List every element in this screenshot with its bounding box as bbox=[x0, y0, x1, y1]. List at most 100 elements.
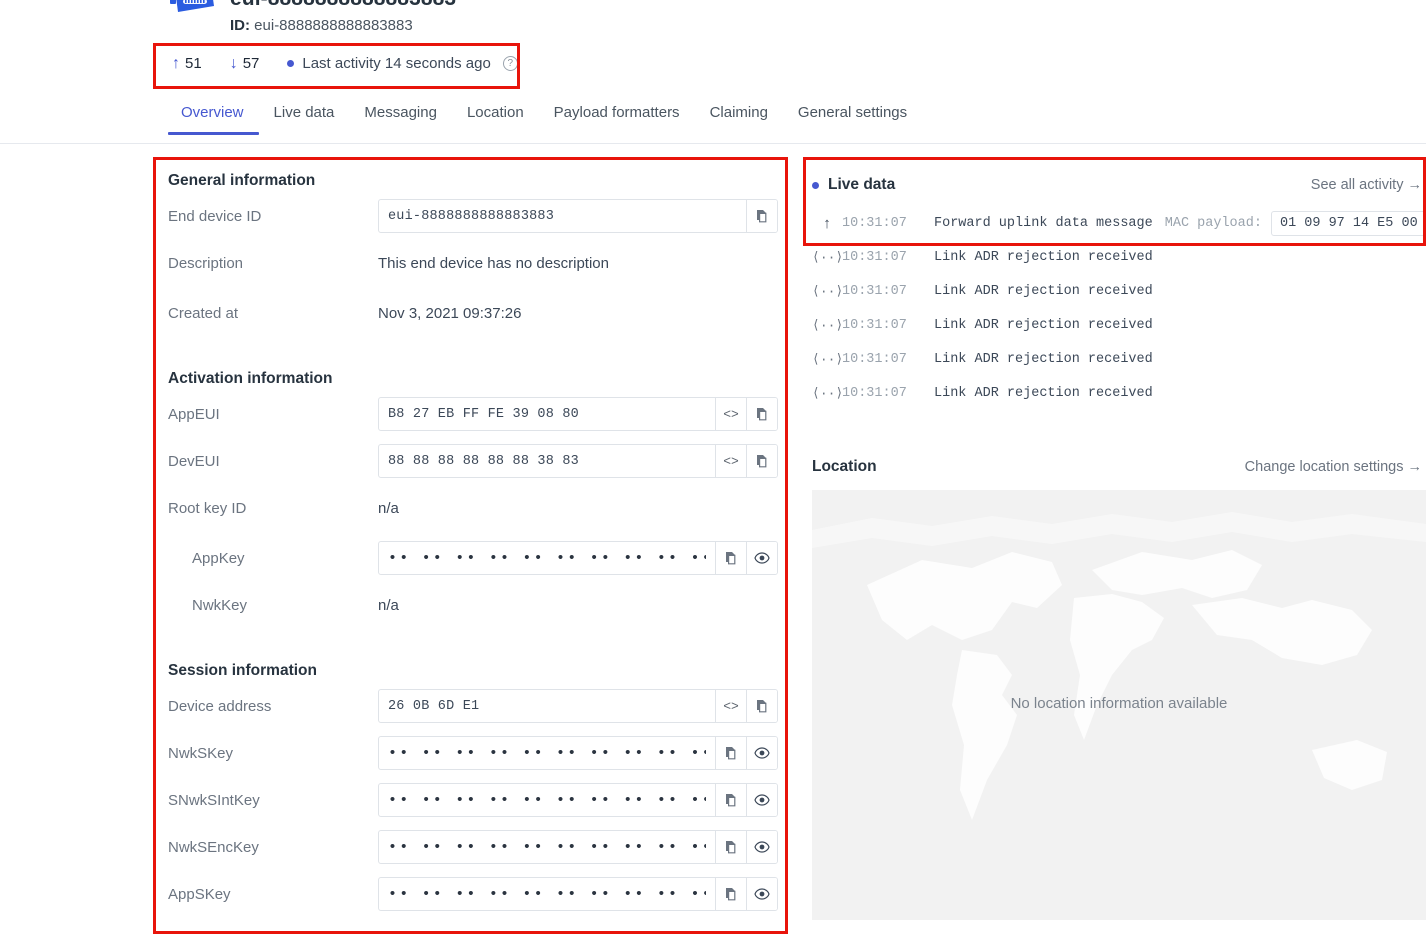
live-data-row[interactable]: ⟨··⟩ 10:31:07 Link ADR rejection receive… bbox=[812, 308, 1426, 342]
tab-location[interactable]: Location bbox=[452, 104, 539, 135]
field-end-device-id: End device ID eui-8888888888883883 bbox=[168, 199, 778, 233]
copy-icon[interactable] bbox=[715, 831, 746, 863]
appkey-input[interactable]: •• •• •• •• •• •• •• •• •• •• •• •• •• •… bbox=[378, 541, 778, 575]
help-circle-icon[interactable]: ? bbox=[502, 56, 518, 71]
downlink-arrow-icon: ↓ bbox=[229, 54, 238, 72]
field-value-masked: •• •• •• •• •• •• •• •• •• •• •• •• •• •… bbox=[388, 745, 706, 761]
field-label: End device ID bbox=[168, 207, 262, 225]
eye-icon[interactable] bbox=[746, 878, 777, 910]
code-icon[interactable]: <> bbox=[715, 445, 746, 477]
uplink-count-value: 51 bbox=[185, 55, 202, 72]
field-value-masked: •• •• •• •• •• •• •• •• •• •• •• •• •• •… bbox=[388, 839, 706, 855]
field-device-address: Device address 26 0B 6D E1 <> bbox=[168, 689, 778, 723]
field-label: AppEUI bbox=[168, 405, 220, 423]
live-row-time: 10:31:07 bbox=[842, 249, 907, 265]
device-address-input[interactable]: 26 0B 6D E1 <> bbox=[378, 689, 778, 723]
appeui-input[interactable]: B8 27 EB FF FE 39 08 80 <> bbox=[378, 397, 778, 431]
eye-icon[interactable] bbox=[746, 831, 777, 863]
field-value: n/a bbox=[378, 499, 399, 517]
live-data-header: Live data See all activity → bbox=[812, 172, 1426, 198]
field-value-masked: •• •• •• •• •• •• •• •• •• •• •• •• •• •… bbox=[388, 792, 706, 808]
see-all-activity-link[interactable]: See all activity → bbox=[1311, 177, 1422, 193]
field-value: 26 0B 6D E1 bbox=[388, 698, 480, 714]
mac-event-icon: ⟨··⟩ bbox=[812, 385, 844, 401]
last-activity-status: Last activity 14 seconds ago ? bbox=[287, 55, 518, 72]
field-nwkskey: NwkSKey •• •• •• •• •• •• •• •• •• •• ••… bbox=[168, 736, 778, 770]
nwksenckey-input[interactable]: •• •• •• •• •• •• •• •• •• •• •• •• •• •… bbox=[378, 830, 778, 864]
device-stats-row: ↑ 51 ↓ 57 Last activity 14 seconds ago ? bbox=[172, 55, 518, 72]
field-label: AppKey bbox=[192, 549, 245, 567]
field-label: DevEUI bbox=[168, 452, 220, 470]
copy-icon[interactable] bbox=[715, 784, 746, 816]
tab-claiming[interactable]: Claiming bbox=[695, 104, 783, 135]
live-data-row[interactable]: ↑ 10:31:07 Forward uplink data message M… bbox=[812, 206, 1426, 240]
field-created-at: Created at Nov 3, 2021 09:37:26 bbox=[168, 296, 778, 330]
tab-messaging[interactable]: Messaging bbox=[349, 104, 452, 135]
field-label: Created at bbox=[168, 304, 239, 322]
copy-icon[interactable] bbox=[715, 737, 746, 769]
tab-overview[interactable]: Overview bbox=[168, 104, 259, 135]
copy-icon[interactable] bbox=[746, 398, 777, 430]
copy-icon[interactable] bbox=[746, 690, 777, 722]
live-data-row[interactable]: ⟨··⟩ 10:31:07 Link ADR rejection receive… bbox=[812, 342, 1426, 376]
end-device-id-input[interactable]: eui-8888888888883883 bbox=[378, 199, 778, 233]
field-nwksenckey: NwkSEncKey •• •• •• •• •• •• •• •• •• ••… bbox=[168, 830, 778, 864]
live-row-time: 10:31:07 bbox=[842, 351, 907, 367]
copy-icon[interactable] bbox=[746, 200, 777, 232]
live-data-title-text: Live data bbox=[828, 176, 896, 193]
eye-icon[interactable] bbox=[746, 542, 777, 574]
location-header: Location Change location settings → bbox=[812, 454, 1426, 480]
downlink-count: ↓ 57 bbox=[230, 55, 260, 72]
end-device-overview-page: eui-8888888888883883 ID: eui-88888888888… bbox=[0, 0, 1426, 947]
field-value: B8 27 EB FF FE 39 08 80 bbox=[388, 406, 579, 422]
location-map[interactable]: No location information available bbox=[812, 490, 1426, 920]
code-icon[interactable]: <> bbox=[715, 398, 746, 430]
uplink-count: ↑ 51 bbox=[172, 55, 202, 72]
tab-general-settings[interactable]: General settings bbox=[783, 104, 922, 135]
tabs-divider bbox=[0, 143, 1426, 144]
field-root-key-id: Root key ID n/a bbox=[168, 491, 778, 525]
status-dot-icon bbox=[287, 60, 295, 67]
live-data-row[interactable]: ⟨··⟩ 10:31:07 Link ADR rejection receive… bbox=[812, 274, 1426, 308]
code-icon[interactable]: <> bbox=[715, 690, 746, 722]
copy-icon[interactable] bbox=[715, 542, 746, 574]
device-tabs: Overview Live data Messaging Location Pa… bbox=[168, 104, 922, 135]
mac-event-icon: ⟨··⟩ bbox=[812, 283, 844, 299]
eye-icon[interactable] bbox=[746, 737, 777, 769]
mac-payload-value: 01 09 97 14 E5 00 01 bbox=[1270, 210, 1426, 236]
live-row-message: Link ADR rejection received bbox=[934, 317, 1153, 333]
live-data-heading: Live data bbox=[812, 176, 895, 194]
field-label: Device address bbox=[168, 697, 272, 715]
appskey-input[interactable]: •• •• •• •• •• •• •• •• •• •• •• •• •• •… bbox=[378, 877, 778, 911]
mac-event-icon: ⟨··⟩ bbox=[812, 317, 844, 333]
field-value: This end device has no description bbox=[378, 254, 609, 272]
field-label: NwkKey bbox=[192, 596, 248, 614]
live-data-row[interactable]: ⟨··⟩ 10:31:07 Link ADR rejection receive… bbox=[812, 240, 1426, 274]
live-status-dot-icon bbox=[812, 181, 819, 189]
eye-icon[interactable] bbox=[746, 784, 777, 816]
tab-payload-formatters[interactable]: Payload formatters bbox=[539, 104, 695, 135]
deveui-input[interactable]: 88 88 88 88 88 88 38 83 <> bbox=[378, 444, 778, 478]
live-row-message: Link ADR rejection received bbox=[934, 385, 1153, 401]
field-label: SNwkSIntKey bbox=[168, 791, 260, 809]
field-nwkkey: NwkKey n/a bbox=[168, 588, 778, 622]
snwksintkey-input[interactable]: •• •• •• •• •• •• •• •• •• •• •• •• •• •… bbox=[378, 783, 778, 817]
copy-icon[interactable] bbox=[715, 878, 746, 910]
field-label: AppSKey bbox=[168, 885, 231, 903]
tab-live-data[interactable]: Live data bbox=[259, 104, 350, 135]
live-row-time: 10:31:07 bbox=[842, 317, 907, 333]
field-value: Nov 3, 2021 09:37:26 bbox=[378, 304, 522, 322]
map-empty-text: No location information available bbox=[1010, 695, 1228, 712]
device-header: eui-8888888888883883 ID: eui-88888888888… bbox=[168, 0, 456, 36]
live-row-time: 10:31:07 bbox=[842, 385, 907, 401]
live-row-message: Link ADR rejection received bbox=[934, 283, 1153, 299]
live-data-row[interactable]: ⟨··⟩ 10:31:07 Link ADR rejection receive… bbox=[812, 376, 1426, 410]
nwkskey-input[interactable]: •• •• •• •• •• •• •• •• •• •• •• •• •• •… bbox=[378, 736, 778, 770]
copy-icon[interactable] bbox=[746, 445, 777, 477]
last-activity-text: Last activity 14 seconds ago bbox=[302, 55, 491, 72]
downlink-count-value: 57 bbox=[242, 55, 260, 72]
change-location-settings-link[interactable]: Change location settings → bbox=[1245, 459, 1422, 475]
live-row-time: 10:31:07 bbox=[842, 283, 907, 299]
field-appkey: AppKey •• •• •• •• •• •• •• •• •• •• •• … bbox=[168, 541, 778, 575]
location-heading: Location bbox=[812, 458, 877, 475]
